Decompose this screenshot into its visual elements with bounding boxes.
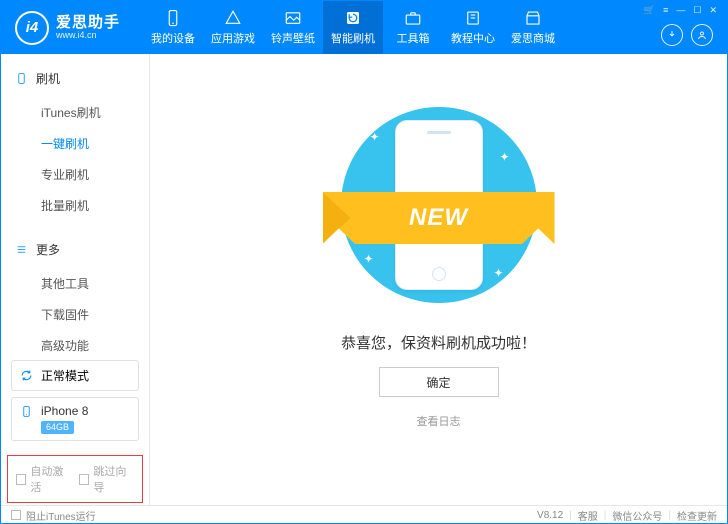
sidebar-item-download-fw[interactable]: 下载固件 bbox=[41, 299, 149, 330]
download-button[interactable] bbox=[661, 24, 683, 46]
main-content: ✦ ✦ ✦ ✦ NEW 恭喜您，保资料刷机成功啦！ 确定 查看日志 bbox=[150, 54, 727, 505]
nav-my-device[interactable]: 我的设备 bbox=[143, 1, 203, 54]
menu-icon[interactable]: ≡ bbox=[663, 5, 668, 16]
cart-icon[interactable]: 🛒 bbox=[644, 5, 655, 16]
store-icon bbox=[523, 9, 543, 27]
sidebar-group-more[interactable]: 更多 bbox=[1, 237, 149, 262]
status-link-wechat[interactable]: 微信公众号 bbox=[612, 508, 662, 523]
view-log-link[interactable]: 查看日志 bbox=[417, 413, 461, 429]
nav-ringtone[interactable]: 铃声壁纸 bbox=[263, 1, 323, 54]
refresh-icon bbox=[343, 9, 363, 27]
checkbox-auto-activate[interactable]: 自动激活 bbox=[16, 463, 71, 495]
ok-button[interactable]: 确定 bbox=[379, 367, 499, 397]
checkbox-block-itunes[interactable]: 阻止iTunes运行 bbox=[11, 508, 96, 523]
user-button[interactable] bbox=[691, 24, 713, 46]
device-storage-badge: 64GB bbox=[41, 421, 74, 434]
sidebar: 刷机 iTunes刷机 一键刷机 专业刷机 批量刷机 更多 其他工具 下载固件 … bbox=[1, 54, 150, 505]
apps-icon bbox=[223, 9, 243, 27]
status-link-update[interactable]: 检查更新 bbox=[677, 508, 717, 523]
device-name: iPhone 8 bbox=[41, 404, 88, 418]
checkbox-icon bbox=[16, 474, 26, 485]
nav-toolbox[interactable]: 工具箱 bbox=[383, 1, 443, 54]
version-label: V8.12 bbox=[537, 510, 563, 521]
checkbox-icon bbox=[11, 510, 21, 520]
sparkle-icon: ✦ bbox=[370, 130, 380, 144]
sparkle-icon: ✦ bbox=[493, 266, 503, 280]
logo-icon: i4 bbox=[15, 11, 49, 45]
close-icon[interactable]: ✕ bbox=[709, 5, 717, 16]
phone-outline-icon bbox=[15, 72, 29, 85]
sidebar-item-other-tools[interactable]: 其他工具 bbox=[41, 268, 149, 299]
device-mode-label: 正常模式 bbox=[41, 367, 89, 384]
status-bar: 阻止iTunes运行 V8.12 | 客服 | 微信公众号 | 检查更新 bbox=[1, 505, 727, 524]
checkbox-skip-guide[interactable]: 跳过向导 bbox=[79, 463, 134, 495]
main-nav: 我的设备 应用游戏 铃声壁纸 智能刷机 工具箱 教程中心 爱思商城 bbox=[143, 1, 563, 54]
sidebar-item-batch-flash[interactable]: 批量刷机 bbox=[41, 190, 149, 221]
sidebar-item-itunes-flash[interactable]: iTunes刷机 bbox=[41, 97, 149, 128]
ribbon-text: NEW bbox=[409, 204, 468, 232]
status-link-support[interactable]: 客服 bbox=[578, 508, 598, 523]
book-icon bbox=[463, 9, 483, 27]
success-illustration: ✦ ✦ ✦ ✦ NEW bbox=[334, 100, 544, 310]
image-icon bbox=[283, 9, 303, 27]
nav-tutorial[interactable]: 教程中心 bbox=[443, 1, 503, 54]
brand-url: www.i4.cn bbox=[56, 30, 120, 41]
nav-flash[interactable]: 智能刷机 bbox=[323, 1, 383, 54]
window-controls: 🛒 ≡ — ☐ ✕ bbox=[644, 5, 717, 16]
sidebar-group-flash[interactable]: 刷机 bbox=[1, 66, 149, 91]
nav-store[interactable]: 爱思商城 bbox=[503, 1, 563, 54]
checkbox-icon bbox=[79, 474, 89, 485]
ribbon-banner: NEW bbox=[323, 192, 555, 244]
sync-icon bbox=[20, 368, 34, 382]
minimize-icon[interactable]: — bbox=[676, 5, 685, 16]
sparkle-icon: ✦ bbox=[364, 252, 374, 266]
maximize-icon[interactable]: ☐ bbox=[693, 5, 701, 16]
sidebar-item-onekey-flash[interactable]: 一键刷机 bbox=[41, 128, 149, 159]
phone-icon bbox=[163, 9, 183, 27]
logo-block: i4 爱思助手 www.i4.cn bbox=[1, 11, 143, 45]
nav-apps[interactable]: 应用游戏 bbox=[203, 1, 263, 54]
sidebar-item-pro-flash[interactable]: 专业刷机 bbox=[41, 159, 149, 190]
success-message: 恭喜您，保资料刷机成功啦！ bbox=[341, 332, 536, 353]
phone-small-icon bbox=[20, 405, 34, 419]
list-icon bbox=[15, 243, 29, 256]
toolbox-icon bbox=[403, 9, 423, 27]
sidebar-item-advanced[interactable]: 高级功能 bbox=[41, 330, 149, 352]
app-header: i4 爱思助手 www.i4.cn 我的设备 应用游戏 铃声壁纸 智能刷机 工具… bbox=[1, 1, 727, 54]
sidebar-options-highlight: 自动激活 跳过向导 bbox=[7, 455, 143, 503]
brand-name: 爱思助手 bbox=[56, 15, 120, 30]
device-mode-row[interactable]: 正常模式 bbox=[11, 360, 139, 391]
sparkle-icon: ✦ bbox=[499, 150, 509, 164]
device-info-row[interactable]: iPhone 8 64GB bbox=[11, 397, 139, 441]
